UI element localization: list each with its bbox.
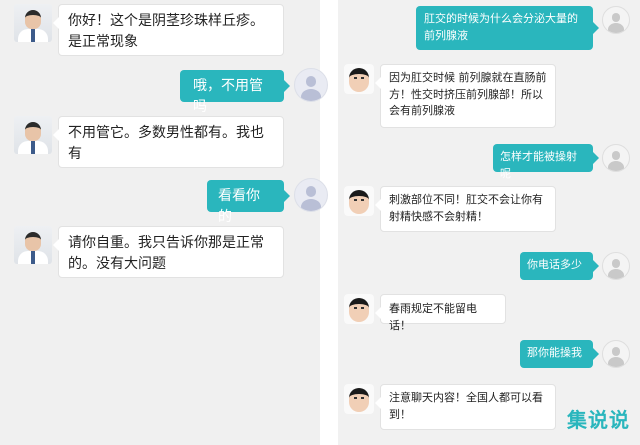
outgoing-message-bubble: 看看你的 bbox=[207, 180, 290, 225]
doctor-avatar[interactable] bbox=[14, 116, 52, 154]
doctor-avatar[interactable] bbox=[344, 64, 374, 94]
outgoing-message-bubble: 肛交的时候为什么会分泌大量的前列腺液 bbox=[416, 6, 599, 50]
outgoing-message-bubble: 怎样才能被操射呢 bbox=[493, 144, 599, 180]
doctor-avatar[interactable] bbox=[14, 4, 52, 42]
incoming-message-bubble: 不用管它。多数男性都有。我也有 bbox=[53, 116, 284, 168]
right-chat-panel: 肛交的时候为什么会分泌大量的前列腺液 因为肛交时候 前列腺就在直肠前方！性交时挤… bbox=[338, 0, 640, 445]
watermark-logo: 集说说 bbox=[567, 408, 630, 432]
incoming-message-bubble: 你好！这个是阴茎珍珠样丘疹。是正常现象 bbox=[53, 4, 284, 56]
user-avatar[interactable] bbox=[602, 252, 630, 280]
incoming-message-bubble: 请你自重。我只告诉你那是正常的。没有大问题 bbox=[53, 226, 284, 278]
doctor-avatar[interactable] bbox=[344, 186, 374, 216]
doctor-avatar[interactable] bbox=[344, 384, 374, 414]
doctor-avatar[interactable] bbox=[14, 226, 52, 264]
doctor-avatar[interactable] bbox=[344, 294, 374, 324]
outgoing-message-bubble: 那你能操我 bbox=[520, 340, 599, 368]
outgoing-message-bubble: 哦，不用管吗 bbox=[180, 70, 290, 115]
user-avatar[interactable] bbox=[294, 178, 328, 212]
user-avatar[interactable] bbox=[602, 340, 630, 368]
incoming-message-bubble: 刺激部位不同！肛交不会让你有射精快感不会射精！ bbox=[375, 186, 556, 232]
left-chat-panel: 你好！这个是阴茎珍珠样丘疹。是正常现象 哦，不用管吗 不用管它。多数男性都有。我… bbox=[0, 0, 328, 445]
incoming-message-bubble: 因为肛交时候 前列腺就在直肠前方！性交时挤压前列腺部！所以会有前列腺液 bbox=[375, 64, 556, 128]
user-avatar[interactable] bbox=[602, 6, 630, 34]
incoming-message-bubble: 春雨规定不能留电话！ bbox=[375, 294, 506, 332]
outgoing-message-bubble: 你电话多少 bbox=[520, 252, 599, 280]
user-avatar[interactable] bbox=[602, 144, 630, 172]
incoming-message-bubble: 注意聊天内容！全国人都可以看到！ bbox=[375, 384, 556, 430]
user-avatar[interactable] bbox=[294, 68, 328, 102]
